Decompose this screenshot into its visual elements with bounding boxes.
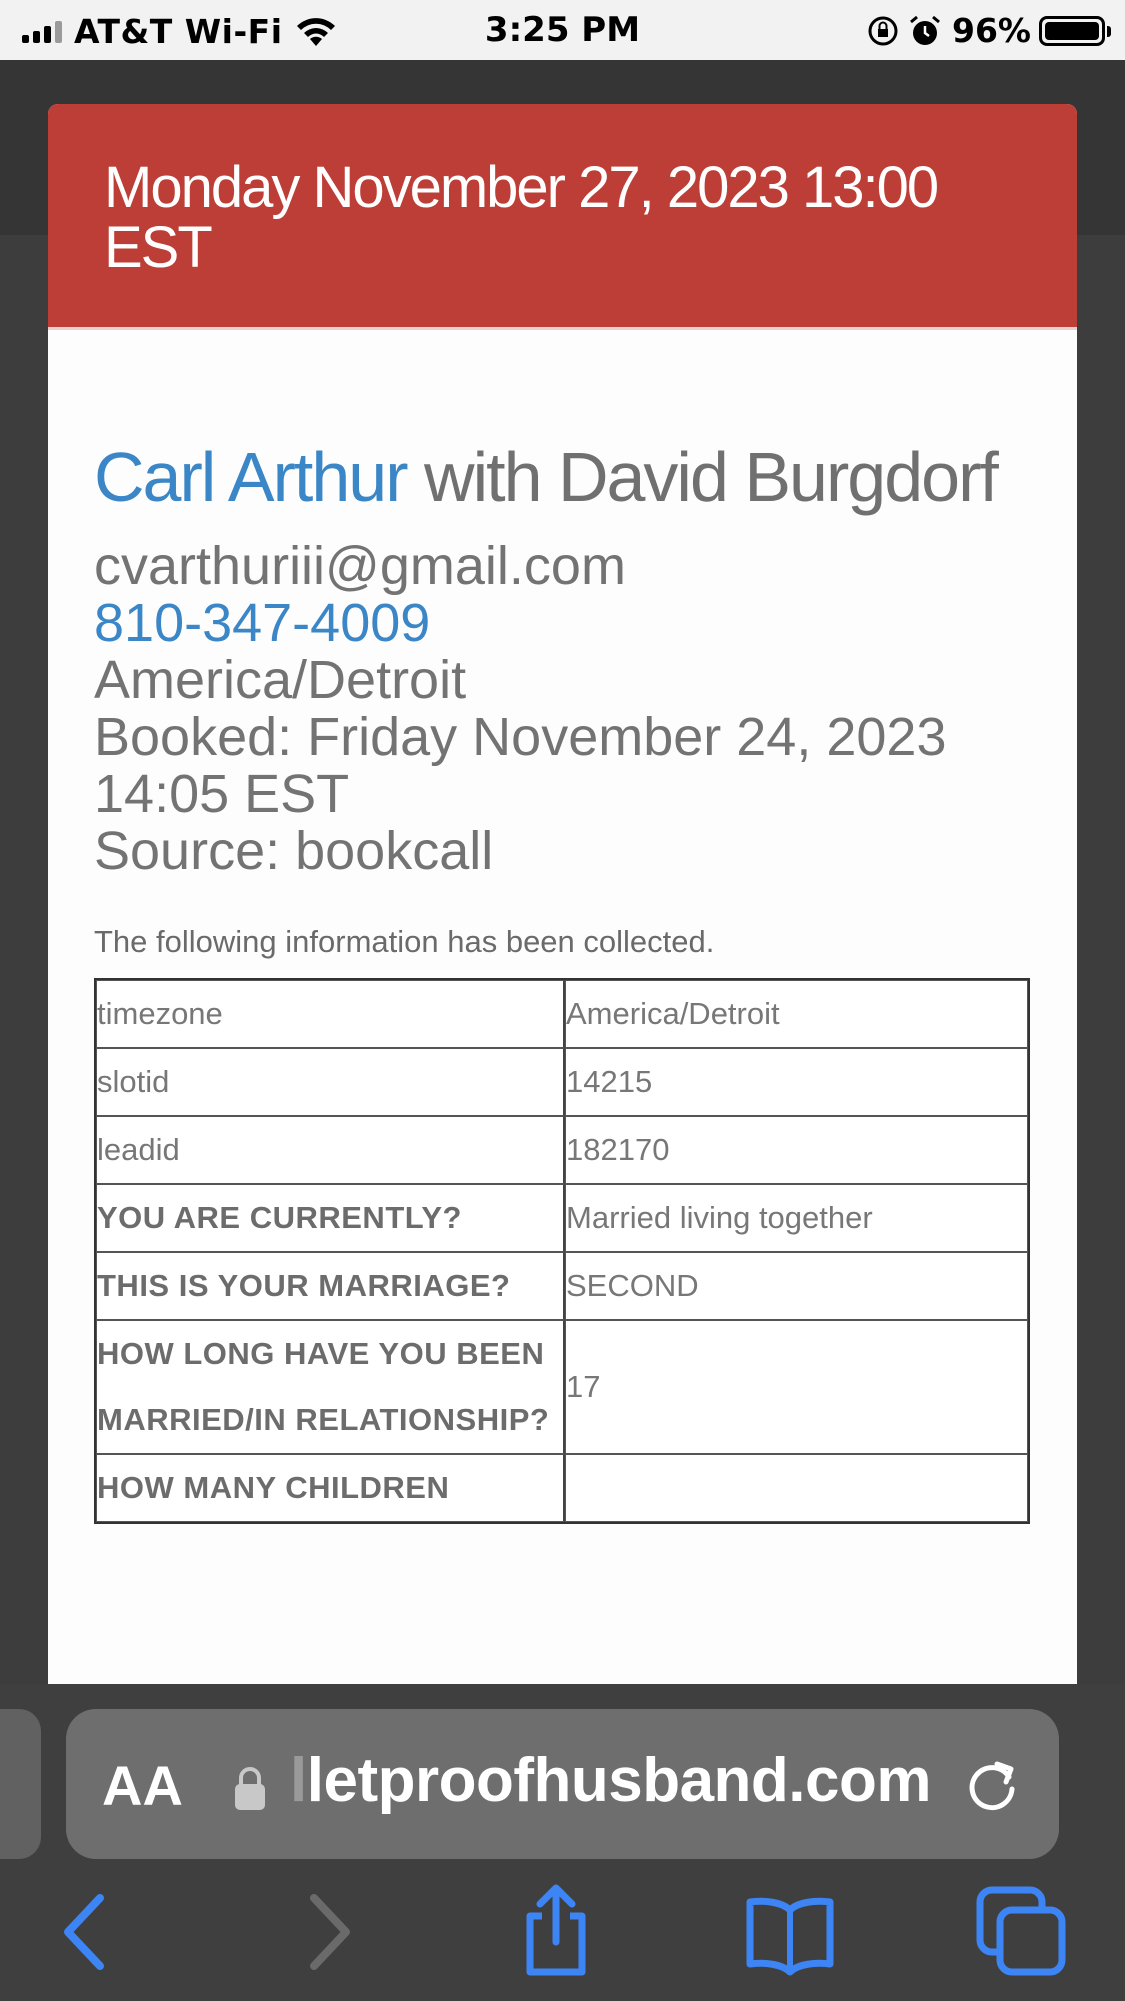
- table-value: SECOND: [565, 1252, 1028, 1320]
- table-row: leadid 182170: [96, 1116, 1028, 1184]
- table-row: slotid 14215: [96, 1048, 1028, 1116]
- table-key: HOW LONG HAVE YOU BEEN MARRIED/IN RELATI…: [96, 1320, 565, 1454]
- battery-icon: [1039, 13, 1111, 49]
- table-row: YOU ARE CURRENTLY? Married living togeth…: [96, 1184, 1028, 1252]
- table-key: slotid: [96, 1048, 565, 1116]
- table-value: America/Detroit: [565, 980, 1028, 1048]
- navigation-row: [0, 1884, 1125, 2001]
- chevron-left-icon[interactable]: [38, 1884, 134, 1980]
- table-value: 182170: [565, 1116, 1028, 1184]
- host-text: with David Burgdorf: [424, 438, 999, 516]
- alarm-icon: [910, 15, 940, 45]
- battery-percentage: 96%: [952, 11, 1031, 50]
- booked-datetime: Booked: Friday November 24, 2023 14:05 E…: [94, 707, 947, 824]
- url-text-main: letproofhusband.com: [306, 1746, 932, 1815]
- contact-details: cvarthuriii@gmail.com 810-347-4009 Ameri…: [94, 538, 1031, 880]
- table-value: 17: [565, 1320, 1028, 1454]
- share-icon[interactable]: [508, 1884, 604, 1980]
- client-email: cvarthuriii@gmail.com: [94, 536, 626, 596]
- table-value: [565, 1454, 1028, 1522]
- table-key: timezone: [96, 980, 565, 1048]
- client-phone-link[interactable]: 810-347-4009: [94, 595, 1031, 652]
- booking-source: Source: bookcall: [94, 821, 494, 881]
- reload-icon[interactable]: [963, 1755, 1023, 1815]
- tabs-icon[interactable]: [974, 1884, 1070, 1980]
- table-row: HOW LONG HAVE YOU BEEN MARRIED/IN RELATI…: [96, 1320, 1028, 1454]
- table-key: leadid: [96, 1116, 565, 1184]
- table-value: Married living together: [565, 1184, 1028, 1252]
- card-header: Monday November 27, 2023 13:00 EST: [48, 104, 1077, 330]
- table-key: THIS IS YOUR MARRIAGE?: [96, 1252, 565, 1320]
- browser-toolbar: AA lletproofhusband.com: [0, 1684, 1125, 2001]
- address-bar[interactable]: AA lletproofhusband.com: [66, 1709, 1059, 1859]
- client-timezone: America/Detroit: [94, 650, 467, 710]
- collected-info-table: timezone America/Detroit slotid 14215 le…: [94, 978, 1030, 1524]
- collected-note: The following information has been colle…: [94, 924, 715, 959]
- orientation-lock-icon: [868, 16, 898, 45]
- attendee-heading: Carl Arthur with David Burgdorf: [94, 438, 1031, 516]
- chevron-right-icon[interactable]: [280, 1884, 376, 1980]
- table-key: YOU ARE CURRENTLY?: [96, 1184, 565, 1252]
- status-right: 96%: [866, 11, 1111, 50]
- url-text-faded: l: [290, 1746, 307, 1815]
- book-icon[interactable]: [742, 1884, 838, 1980]
- appointment-card: Monday November 27, 2023 13:00 EST Carl …: [48, 104, 1077, 1684]
- table-row: HOW MANY CHILDREN: [96, 1454, 1028, 1522]
- previous-tab-peek[interactable]: [0, 1709, 41, 1859]
- url-text: lletproofhusband.com: [290, 1745, 932, 1816]
- reader-options-button[interactable]: AA: [102, 1753, 183, 1818]
- lock-icon: [235, 1767, 265, 1810]
- card-body: Carl Arthur with David Burgdorf cvarthur…: [48, 438, 1077, 1524]
- table-key: HOW MANY CHILDREN: [96, 1454, 565, 1522]
- appointment-datetime: Monday November 27, 2023 13:00 EST: [104, 155, 939, 280]
- table-value: 14215: [565, 1048, 1028, 1116]
- client-name-link[interactable]: Carl Arthur: [94, 438, 409, 516]
- status-bar: AT&T Wi-Fi 3:25 PM 96%: [0, 0, 1125, 60]
- table-row: timezone America/Detroit: [96, 980, 1028, 1048]
- table-row: THIS IS YOUR MARRIAGE? SECOND: [96, 1252, 1028, 1320]
